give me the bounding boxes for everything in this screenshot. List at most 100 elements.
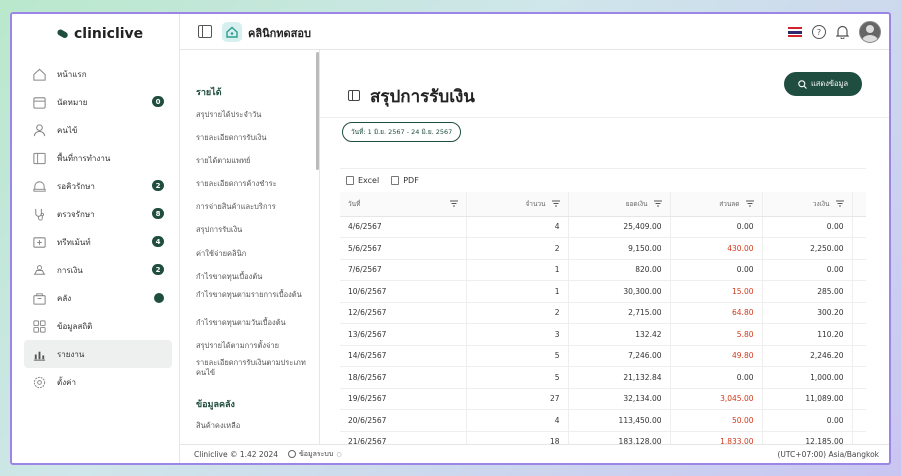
data-table-container: วันที่ จำนวน ยอดเงิน ส่วนลด วงเงิน ยอด 4/6/25… bbox=[340, 192, 866, 444]
column-header[interactable]: วันที่ bbox=[340, 192, 467, 217]
submenu-item[interactable]: กำไรขาดทุนตามรายการเบื้องต้น bbox=[196, 290, 308, 300]
sidebar-item-stethoscope[interactable]: ตรวจรักษา 8 bbox=[24, 200, 172, 228]
sidebar-item-stats[interactable]: ข้อมูลสถิติ bbox=[24, 312, 172, 340]
submenu-item[interactable]: รายละเอียดการค้างชำระ bbox=[196, 179, 308, 189]
top-bar-actions: ? bbox=[788, 21, 881, 43]
filter-icon[interactable] bbox=[653, 200, 662, 207]
table-cell: 132.42 bbox=[568, 323, 671, 346]
table-cell: 10/6/2567 bbox=[340, 280, 467, 303]
clinic-name: คลินิกทดสอบ bbox=[248, 27, 311, 40]
table-cell: 3,045.00 bbox=[670, 388, 763, 410]
sidebar-item-label: คลัง bbox=[57, 293, 72, 303]
submenu-item[interactable]: กำไรขาดทุนตามวันเบื้องต้น bbox=[196, 318, 308, 328]
sidebar-item-treatment[interactable]: ทรีทเม้นท์ 4 bbox=[24, 228, 172, 256]
sidebar-item-user[interactable]: คนไข้ bbox=[24, 116, 172, 144]
sidebar-item-queue[interactable]: รอคิวรักษา 2 bbox=[24, 172, 172, 200]
table-cell: 1 bbox=[466, 259, 569, 281]
table-row[interactable]: 5/6/2567 2 9,150.00 430.00 2,250.00 bbox=[340, 237, 866, 260]
table-cell: 49.80 bbox=[670, 345, 763, 367]
column-header[interactable]: ยอด bbox=[852, 192, 866, 217]
sidebar-item-settings[interactable]: ตั้งค่า bbox=[24, 368, 172, 396]
sidebar-item-label: ทรีทเม้นท์ bbox=[57, 237, 91, 247]
column-header[interactable]: จำนวน bbox=[466, 192, 569, 217]
sidebar-item-calendar[interactable]: นัดหมาย 0 bbox=[24, 88, 172, 116]
chevron-icon: ○ bbox=[336, 450, 342, 458]
column-header[interactable]: ยอดเงิน bbox=[568, 192, 671, 217]
table-row[interactable]: 4/6/2567 4 25,409.00 0.00 0.00 bbox=[340, 216, 866, 238]
inventory-icon bbox=[32, 291, 47, 306]
sidebar-item-report[interactable]: รายงาน bbox=[24, 340, 172, 368]
table-cell: 64.80 bbox=[670, 302, 763, 324]
table-cell: 19/6/2567 bbox=[340, 388, 467, 410]
column-header[interactable]: ส่วนลด bbox=[670, 192, 763, 217]
sidebar-item-home[interactable]: หน้าแรก bbox=[24, 60, 172, 88]
table-cell: 20/6/2567 bbox=[340, 409, 467, 432]
thai-flag-icon[interactable] bbox=[788, 27, 802, 37]
bell-icon[interactable] bbox=[836, 25, 849, 39]
sidebar-item-label: พื้นที่การทำงาน bbox=[57, 153, 111, 163]
submenu-item[interactable]: สรุปการรับเงิน bbox=[196, 225, 308, 235]
filter-icon[interactable] bbox=[835, 200, 844, 207]
column-header[interactable]: วงเงิน bbox=[762, 192, 853, 217]
submenu-item[interactable]: สรุปรายได้ประจำวัน bbox=[196, 110, 308, 120]
table-cell: 18 bbox=[466, 431, 569, 444]
filter-icon[interactable] bbox=[551, 200, 560, 207]
date-range-chip[interactable]: วันที่: 1 มิ.ย. 2567 - 24 มิ.ย. 2567 bbox=[342, 122, 462, 142]
table-row[interactable]: 13/6/2567 3 132.42 5.80 110.20 bbox=[340, 323, 866, 346]
table-cell: 5/6/2567 bbox=[340, 237, 467, 260]
table-row[interactable]: 20/6/2567 4 113,450.00 50.00 0.00 bbox=[340, 409, 866, 432]
filter-icon[interactable] bbox=[745, 200, 754, 207]
submenu-item[interactable]: กำไรขาดทุนเบื้องต้น bbox=[196, 272, 308, 282]
clinic-home-icon bbox=[222, 22, 242, 42]
export-pdf-button[interactable]: PDF bbox=[391, 176, 419, 185]
table-cell bbox=[852, 302, 866, 324]
sidebar-item-workspace[interactable]: พื้นที่การทำงาน bbox=[24, 144, 172, 172]
table-cell: 14/6/2567 bbox=[340, 345, 467, 367]
table-cell: 0.00 bbox=[670, 259, 763, 281]
table-row[interactable]: 19/6/2567 27 32,134.00 3,045.00 11,089.00 bbox=[340, 388, 866, 410]
system-info-link[interactable]: ข้อมูลระบบ ○ bbox=[288, 449, 342, 460]
table-cell: 1 bbox=[466, 280, 569, 303]
table-row[interactable]: 7/6/2567 1 820.00 0.00 0.00 bbox=[340, 259, 866, 281]
table-cell bbox=[852, 280, 866, 303]
submenu-item[interactable]: รายได้ตามแพทย์ bbox=[196, 156, 308, 166]
report-icon bbox=[32, 347, 47, 362]
submenu-item[interactable]: สรุปรายได้ตามการตั้งจ่าย bbox=[196, 341, 308, 351]
show-data-button[interactable]: แสดงข้อมูล bbox=[784, 72, 862, 96]
table-cell: 12,185.00 bbox=[762, 431, 853, 444]
submenu-item[interactable]: ค่าใช้จ่ายคลินิก bbox=[196, 249, 308, 259]
export-excel-button[interactable]: Excel bbox=[346, 176, 379, 185]
table-row[interactable]: 12/6/2567 2 2,715.00 64.80 300.20 bbox=[340, 302, 866, 324]
table-cell: 2 bbox=[466, 302, 569, 324]
logo[interactable]: cliniclive bbox=[56, 26, 143, 42]
settings-icon bbox=[32, 375, 47, 390]
data-table: วันที่ จำนวน ยอดเงิน ส่วนลด วงเงิน ยอด 4/6/25… bbox=[340, 192, 866, 444]
table-cell bbox=[852, 216, 866, 238]
queue-icon bbox=[32, 179, 47, 194]
help-icon[interactable]: ? bbox=[812, 25, 826, 39]
table-cell bbox=[852, 237, 866, 260]
table-row[interactable]: 21/6/2567 18 183,128.00 1,833.00 12,185.00 bbox=[340, 431, 866, 444]
avatar[interactable] bbox=[859, 21, 881, 43]
submenu-item[interactable]: รายละเอียดการรับเงิน bbox=[196, 133, 308, 143]
sidebar-item-label: ข้อมูลสถิติ bbox=[57, 321, 93, 331]
table-cell: 21/6/2567 bbox=[340, 431, 467, 444]
table-row[interactable]: 18/6/2567 5 21,132.84 0.00 1,000.00 bbox=[340, 366, 866, 389]
sidebar-item-inventory[interactable]: คลัง bbox=[24, 284, 172, 312]
table-cell bbox=[852, 345, 866, 367]
submenu-scrollbar[interactable] bbox=[316, 52, 319, 170]
filter-icon[interactable] bbox=[449, 200, 458, 207]
table-cell: 7/6/2567 bbox=[340, 259, 467, 281]
submenu-item[interactable]: รายละเอียดการรับเงินตามประเภทคนไข้ bbox=[196, 358, 308, 378]
table-cell: 27 bbox=[466, 388, 569, 410]
sidebar-item-finance[interactable]: การเงิน 2 bbox=[24, 256, 172, 284]
export-pdf-label: PDF bbox=[403, 176, 419, 185]
sidebar-toggle-icon[interactable] bbox=[198, 25, 212, 38]
table-cell: 0.00 bbox=[762, 409, 853, 432]
table-cell: 300.20 bbox=[762, 302, 853, 324]
table-row[interactable]: 14/6/2567 5 7,246.00 49.80 2,246.20 bbox=[340, 345, 866, 367]
submenu-item[interactable]: การจ่ายสินค้าและบริการ bbox=[196, 202, 308, 212]
submenu-item[interactable]: สินค้าคงเหลือ bbox=[196, 421, 308, 431]
table-row[interactable]: 10/6/2567 1 30,300.00 15.00 285.00 bbox=[340, 280, 866, 303]
logo-icon bbox=[57, 29, 68, 38]
